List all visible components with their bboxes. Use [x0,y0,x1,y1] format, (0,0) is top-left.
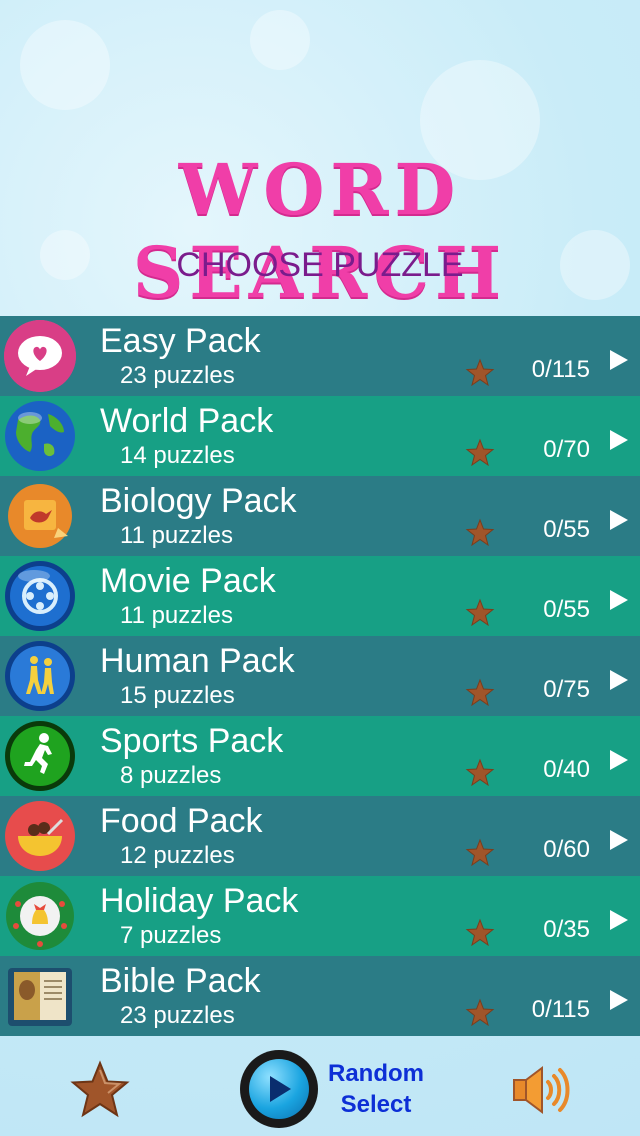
pack-list: Easy Pack 23 puzzles 0/115 World Pack 14… [0,316,640,1036]
star-icon [465,918,495,947]
pack-score: 0/60 [543,836,590,863]
pack-puzzle-count: 11 puzzles [120,522,233,549]
pack-name: Food Pack [100,802,263,840]
random-select-button[interactable] [240,1050,318,1128]
bottom-toolbar: Random Select [0,1032,640,1136]
play-arrow-icon [610,990,628,1010]
pack-score: 0/55 [543,596,590,623]
people-walking-icon [4,640,76,712]
random-label-line1: Random [328,1060,424,1087]
sound-toggle-button[interactable] [510,1062,570,1118]
pack-name: Human Pack [100,642,295,680]
play-arrow-icon [610,910,628,930]
pack-puzzle-count: 23 puzzles [120,362,235,389]
pack-row-easy[interactable]: Easy Pack 23 puzzles 0/115 [0,316,640,396]
pack-row-food[interactable]: Food Pack 12 puzzles 0/60 [0,796,640,876]
runner-icon [4,720,76,792]
pack-score: 0/115 [531,356,590,383]
pack-score: 0/35 [543,916,590,943]
star-icon [465,838,495,867]
pack-row-holiday[interactable]: Holiday Pack 7 puzzles 0/35 [0,876,640,956]
play-arrow-icon [610,830,628,850]
pack-row-biology[interactable]: Biology Pack 11 puzzles 0/55 [0,476,640,556]
pack-name: Bible Pack [100,962,261,1000]
pack-puzzle-count: 23 puzzles [120,1002,235,1029]
star-icon [465,758,495,787]
random-label-line2: Select [340,1091,412,1118]
play-arrow-icon [610,350,628,370]
star-icon [465,358,495,387]
pack-score: 0/40 [543,756,590,783]
pack-name: Easy Pack [100,322,261,360]
star-icon [465,598,495,627]
pack-row-bible[interactable]: Bible Pack 23 puzzles 0/115 [0,956,640,1036]
pack-score: 0/115 [531,996,590,1023]
pack-name: Movie Pack [100,562,276,600]
app-title: WORD SEARCH [132,148,508,314]
pack-name: Holiday Pack [100,882,299,920]
pack-row-world[interactable]: World Pack 14 puzzles 0/70 [0,396,640,476]
pack-puzzle-count: 8 puzzles [120,762,222,789]
pack-name: Biology Pack [100,482,297,520]
play-icon [249,1059,309,1119]
pack-score: 0/70 [543,436,590,463]
pack-name: Sports Pack [100,722,284,760]
pack-name: World Pack [100,402,274,440]
heart-speech-bubble-icon [4,320,76,392]
christmas-wreath-icon [4,880,76,952]
play-arrow-icon [610,590,628,610]
favorites-star-button[interactable] [70,1060,130,1120]
star-icon [465,438,495,467]
play-arrow-icon [610,510,628,530]
star-icon [465,998,495,1027]
play-arrow-icon [610,750,628,770]
play-arrow-icon [610,430,628,450]
globe-icon [4,400,76,472]
pack-puzzle-count: 7 puzzles [120,922,222,949]
pack-row-movie[interactable]: Movie Pack 11 puzzles 0/55 [0,556,640,636]
bible-book-icon [4,960,76,1032]
pack-row-sports[interactable]: Sports Pack 8 puzzles 0/40 [0,716,640,796]
header: WORD SEARCH CHOOSE PUZZLE [0,0,640,316]
star-icon [465,678,495,707]
pack-score: 0/75 [543,676,590,703]
pack-puzzle-count: 12 puzzles [120,842,235,869]
star-icon [465,518,495,547]
page-subtitle: CHOOSE PUZZLE [176,246,464,284]
food-bowl-icon [4,800,76,872]
play-arrow-icon [610,670,628,690]
bird-sticker-icon [4,480,76,552]
pack-score: 0/55 [543,516,590,543]
pack-puzzle-count: 14 puzzles [120,442,235,469]
pack-row-human[interactable]: Human Pack 15 puzzles 0/75 [0,636,640,716]
pack-puzzle-count: 11 puzzles [120,602,233,629]
film-reel-icon [4,560,76,632]
pack-puzzle-count: 15 puzzles [120,682,235,709]
random-select-label[interactable]: Random Select [322,1058,430,1120]
